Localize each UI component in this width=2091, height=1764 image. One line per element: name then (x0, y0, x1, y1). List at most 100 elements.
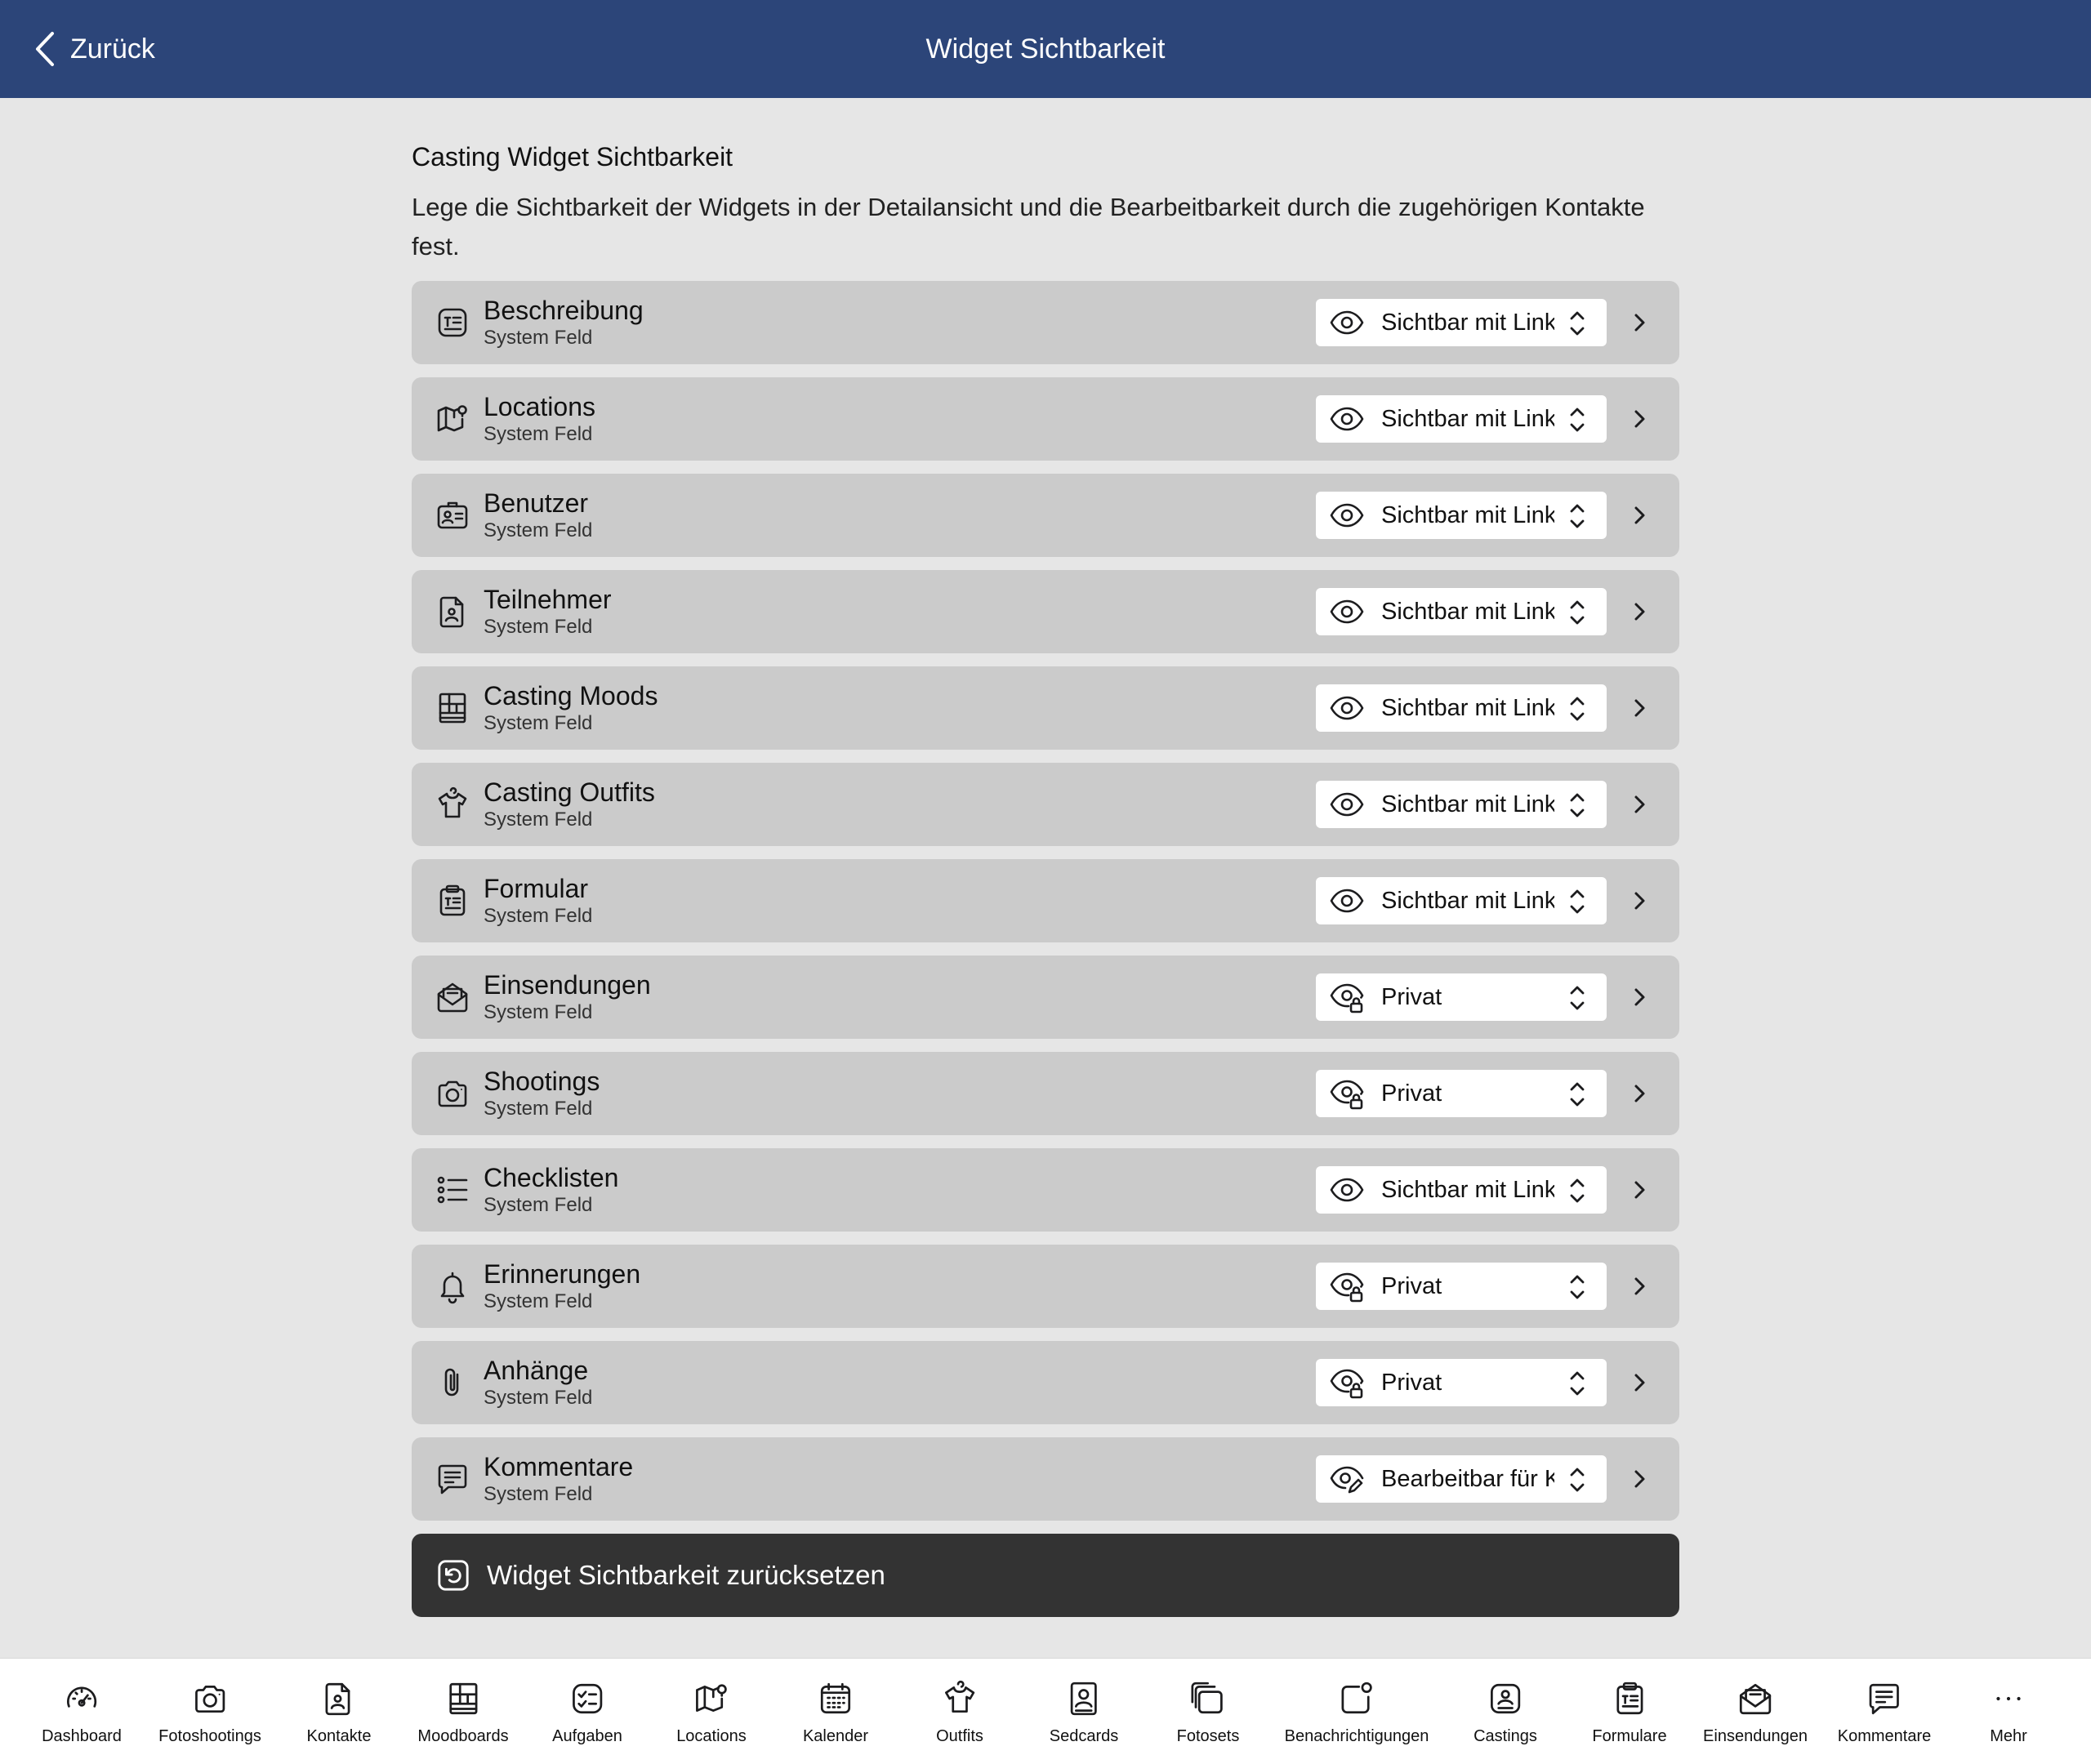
more-icon (1996, 1696, 2021, 1701)
moodboard-icon (448, 1682, 478, 1715)
widget-row[interactable]: Anhänge System Feld Privat (412, 1341, 1679, 1424)
eye-icon (1330, 889, 1364, 913)
tab-castings[interactable]: Castings (1474, 1659, 1537, 1764)
widget-row[interactable]: Erinnerungen System Feld Privat (412, 1245, 1679, 1328)
tab-fotosets[interactable]: Fotosets (1177, 1659, 1239, 1764)
tab-kalender[interactable]: Kalender (803, 1659, 868, 1764)
widget-name: Benutzer (484, 488, 589, 518)
visibility-value: Sichtbar mit Link (1381, 887, 1554, 914)
eye-icon (1330, 407, 1364, 431)
tab-aufgaben[interactable]: Aufgaben (552, 1659, 622, 1764)
widget-icon-wrap (430, 1071, 475, 1116)
eye-lock-icon (1330, 1369, 1364, 1399)
widget-text: Anhänge System Feld (484, 1355, 592, 1410)
widget-icon-wrap (430, 300, 475, 345)
chevron-right-icon[interactable] (1632, 600, 1647, 623)
visibility-select[interactable]: Privat (1316, 1070, 1607, 1117)
chevron-right-icon[interactable] (1632, 1468, 1647, 1490)
chevron-up-down-icon (1570, 793, 1585, 817)
chevron-right-icon[interactable] (1632, 889, 1647, 912)
visibility-select[interactable]: Sichtbar mit Link (1316, 588, 1607, 635)
reset-visibility-button[interactable]: Widget Sichtbarkeit zurücksetzen (412, 1534, 1679, 1617)
tab-moodboards[interactable]: Moodboards (417, 1659, 509, 1764)
widget-name: Shootings (484, 1067, 600, 1096)
visibility-icon-wrap (1329, 786, 1365, 822)
eye-lock-icon (1330, 1080, 1364, 1110)
chevron-up-down-icon (1570, 600, 1585, 625)
widget-icon-wrap (430, 1167, 475, 1213)
widget-icon-wrap (430, 685, 475, 731)
visibility-select[interactable]: Sichtbar mit Link (1316, 877, 1607, 924)
widget-subtitle: System Feld (484, 712, 593, 734)
visibility-select[interactable]: Privat (1316, 973, 1607, 1021)
tab-locations[interactable]: Locations (676, 1659, 747, 1764)
tab-einsendungen[interactable]: Einsendungen (1703, 1659, 1808, 1764)
shirt-icon (438, 786, 467, 818)
visibility-select[interactable]: Privat (1316, 1263, 1607, 1310)
tab-fotoshootings[interactable]: Fotoshootings (158, 1659, 261, 1764)
widget-row[interactable]: Formular System Feld Sichtbar mit Link (412, 859, 1679, 942)
visibility-select[interactable]: Sichtbar mit Link (1316, 395, 1607, 443)
tab-outfits[interactable]: Outfits (936, 1659, 983, 1764)
chevron-right-icon[interactable] (1632, 1178, 1647, 1201)
visibility-select[interactable]: Bearbeitbar für K (1316, 1455, 1607, 1503)
visibility-select[interactable]: Sichtbar mit Link (1316, 1166, 1607, 1214)
chevron-right-icon[interactable] (1632, 1371, 1647, 1394)
widget-row[interactable]: Casting Outfits System Feld Sichtbar mit… (412, 763, 1679, 846)
visibility-select[interactable]: Sichtbar mit Link (1316, 684, 1607, 732)
visibility-icon-wrap (1329, 1172, 1365, 1208)
widget-row[interactable]: Checklisten System Feld Sichtbar mit Lin… (412, 1148, 1679, 1232)
widget-row[interactable]: Kommentare System Feld Bearbeitbar für K (412, 1437, 1679, 1521)
chevron-right-icon[interactable] (1632, 408, 1647, 430)
widget-row[interactable]: Locations System Feld Sichtbar mit Link (412, 377, 1679, 461)
widget-name: Beschreibung (484, 296, 644, 325)
eye-icon (1330, 1178, 1364, 1202)
widget-row[interactable]: Einsendungen System Feld Privat (412, 956, 1679, 1039)
section-description: Lege die Sichtbarkeit der Widgets in der… (412, 193, 1645, 261)
widget-row[interactable]: Teilnehmer System Feld Sichtbar mit Link (412, 570, 1679, 653)
widget-row[interactable]: Casting Moods System Feld Sichtbar mit L… (412, 666, 1679, 750)
tab-dashboard[interactable]: Dashboard (42, 1659, 122, 1764)
widget-row[interactable]: Benutzer System Feld Sichtbar mit Link (412, 474, 1679, 557)
tab-label: Castings (1474, 1727, 1537, 1745)
tab-benachrichtigungen[interactable]: Benachrichtigungen (1285, 1659, 1429, 1764)
visibility-select[interactable]: Sichtbar mit Link (1316, 781, 1607, 828)
visibility-select[interactable]: Privat (1316, 1359, 1607, 1406)
chevron-right-icon[interactable] (1632, 1275, 1647, 1298)
widget-subtitle: System Feld (484, 616, 593, 638)
sedcard-icon (1071, 1682, 1097, 1716)
visibility-icon-wrap (1329, 305, 1365, 341)
widget-subtitle: System Feld (484, 1290, 593, 1312)
tab-kommentare[interactable]: Kommentare (1838, 1659, 1931, 1764)
map-pin-icon (437, 405, 467, 432)
widget-icon-wrap (430, 782, 475, 827)
visibility-select[interactable]: Sichtbar mit Link (1316, 492, 1607, 539)
chevron-right-icon[interactable] (1632, 793, 1647, 816)
chevron-right-icon[interactable] (1632, 986, 1647, 1009)
widget-text: Casting Outfits System Feld (484, 777, 655, 832)
chevron-right-icon[interactable] (1632, 504, 1647, 527)
widget-icon-wrap (430, 1456, 475, 1502)
chevron-right-icon[interactable] (1632, 697, 1647, 719)
widget-row[interactable]: Shootings System Feld Privat (412, 1052, 1679, 1135)
visibility-select[interactable]: Sichtbar mit Link (1316, 299, 1607, 346)
tab-label: Moodboards (417, 1727, 509, 1745)
moodboard-icon (439, 693, 466, 724)
chevron-right-icon[interactable] (1632, 1082, 1647, 1105)
widget-name: Kommentare (484, 1452, 634, 1481)
widget-subtitle: System Feld (484, 1483, 593, 1505)
tab-mehr[interactable]: Mehr (1990, 1659, 2027, 1764)
reset-icon (438, 1560, 469, 1591)
visibility-icon-wrap (1329, 594, 1365, 630)
tab-kontakte[interactable]: Kontakte (307, 1659, 371, 1764)
chevron-up-down-icon (1570, 504, 1585, 528)
visibility-icon-wrap (1329, 1365, 1365, 1401)
tab-sedcards[interactable]: Sedcards (1050, 1659, 1118, 1764)
chevron-right-icon[interactable] (1632, 311, 1647, 334)
tab-formulare[interactable]: Formulare (1592, 1659, 1667, 1764)
widget-subtitle: System Feld (484, 423, 593, 445)
widget-row[interactable]: Beschreibung System Feld Sichtbar mit Li… (412, 281, 1679, 364)
chevron-up-down-icon (1570, 1178, 1585, 1203)
widget-text: Benutzer System Feld (484, 488, 592, 543)
widget-name: Formular (484, 874, 589, 903)
